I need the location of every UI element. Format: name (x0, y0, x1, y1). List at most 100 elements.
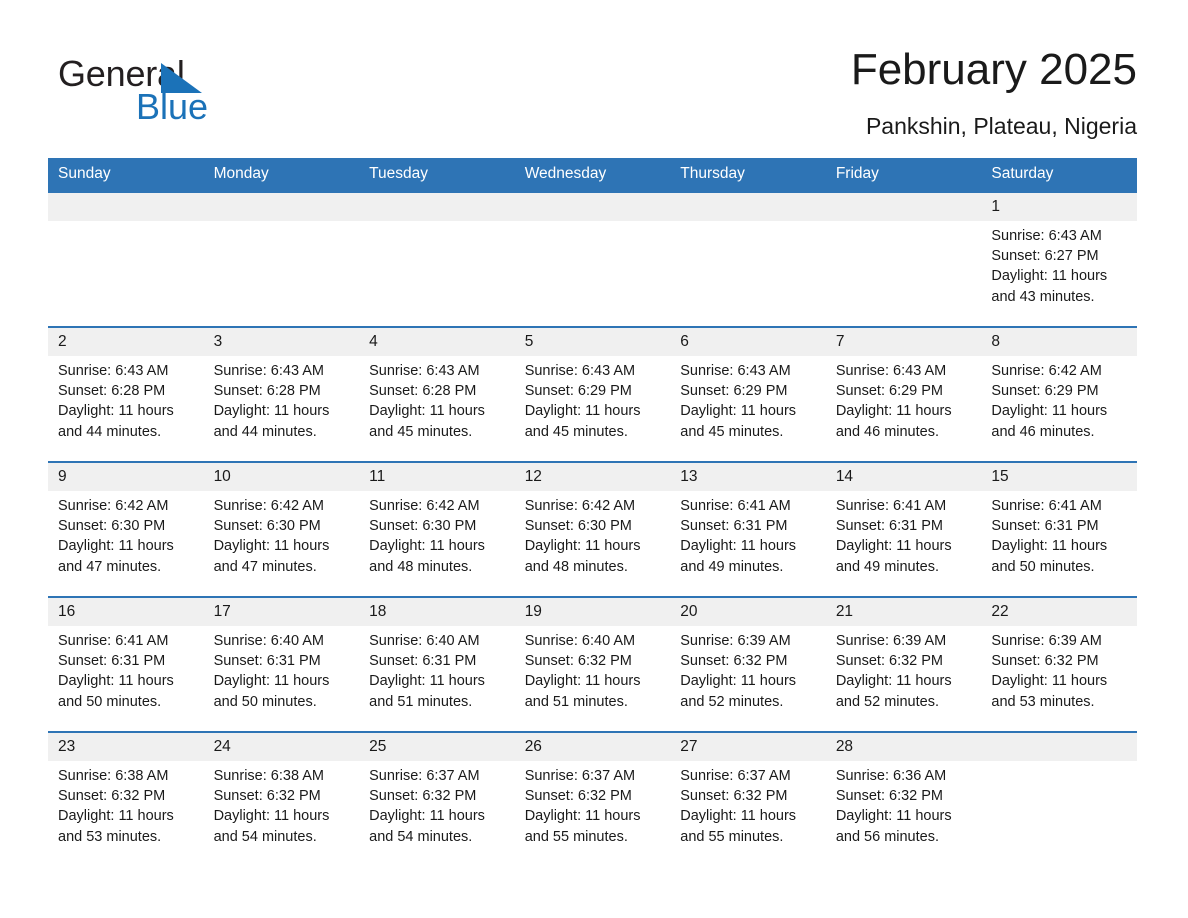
logo-text-blue: Blue (136, 86, 209, 127)
day-number: 22 (981, 598, 1137, 626)
day-details: Sunrise: 6:37 AM Sunset: 6:32 PM Daylight:… (670, 761, 826, 847)
sunset-text: Sunset: 6:31 PM (680, 518, 788, 535)
sunset-text: Sunset: 6:30 PM (58, 518, 166, 535)
calendar-day-cell[interactable]: 4 Sunrise: 6:43 AM Sunset: 6:28 PM Daylight… (359, 326, 515, 462)
day-number: 5 (514, 328, 671, 356)
day-details: Sunrise: 6:39 AM Sunset: 6:32 PM Daylight:… (670, 626, 826, 712)
sunset-text: Sunset: 6:32 PM (991, 653, 1099, 670)
sunset-text: Sunset: 6:27 PM (991, 248, 1099, 265)
sunrise-text: Sunrise: 6:38 AM (58, 768, 169, 784)
calendar-week-row: 23 Sunrise: 6:38 AM Sunset: 6:32 PM Dayligh… (48, 731, 1137, 866)
daylight-text: Daylight: 11 hours and 51 minutes. (524, 673, 641, 710)
day-number: 18 (359, 598, 515, 626)
calendar-day-cell[interactable]: 23 Sunrise: 6:38 AM Sunset: 6:32 PM Dayligh… (48, 731, 204, 866)
day-number: 15 (981, 463, 1137, 491)
generalblue-logo[interactable]: General Blue (58, 52, 318, 132)
day-details: Sunrise: 6:40 AM Sunset: 6:31 PM Daylight:… (359, 626, 515, 712)
calendar-empty-cell (981, 731, 1137, 866)
calendar-day-cell[interactable]: 13 Sunrise: 6:41 AM Sunset: 6:31 PM Dayligh… (670, 461, 826, 597)
sunset-text: Sunset: 6:31 PM (835, 518, 944, 535)
day-number: 27 (670, 733, 826, 761)
calendar-week-row: 2 Sunrise: 6:43 AM Sunset: 6:28 PM Daylight… (48, 326, 1137, 462)
calendar-day-cell[interactable]: 21 Sunrise: 6:39 AM Sunset: 6:32 PM Dayligh… (825, 596, 982, 732)
calendar-day-cell[interactable]: 3 Sunrise: 6:43 AM Sunset: 6:28 PM Daylight… (203, 326, 360, 462)
daylight-text: Daylight: 11 hours and 54 minutes. (213, 808, 330, 845)
calendar-day-cell[interactable]: 16 Sunrise: 6:41 AM Sunset: 6:31 PM Dayligh… (48, 596, 204, 732)
sunrise-text: Sunrise: 6:41 AM (58, 633, 169, 649)
calendar-day-cell[interactable]: 5 Sunrise: 6:43 AM Sunset: 6:29 PM Daylight… (514, 326, 671, 462)
day-details: Sunrise: 6:40 AM Sunset: 6:32 PM Daylight:… (515, 626, 671, 712)
sunrise-text: Sunrise: 6:41 AM (991, 498, 1102, 514)
day-number: 9 (48, 463, 204, 491)
day-number: 16 (48, 598, 204, 626)
calendar-day-cell[interactable]: 17 Sunrise: 6:40 AM Sunset: 6:31 PM Dayligh… (203, 596, 360, 732)
day-number: 26 (514, 733, 671, 761)
calendar-body: 1 Sunrise: 6:43 AM Sunset: 6:27 PM Daylight… (48, 191, 1137, 866)
calendar-day-cell[interactable]: 14 Sunrise: 6:41 AM Sunset: 6:31 PM Dayligh… (825, 461, 982, 597)
day-details: Sunrise: 6:40 AM Sunset: 6:31 PM Daylight:… (204, 626, 360, 712)
weekday-header-thursday: Thursday (670, 158, 826, 192)
calendar-day-cell[interactable]: 15 Sunrise: 6:41 AM Sunset: 6:31 PM Dayligh… (981, 461, 1137, 597)
sunset-text: Sunset: 6:28 PM (213, 383, 321, 400)
calendar-day-cell[interactable]: 11 Sunrise: 6:42 AM Sunset: 6:30 PM Dayligh… (359, 461, 515, 597)
calendar-day-cell[interactable]: 22 Sunrise: 6:39 AM Sunset: 6:32 PM Dayligh… (981, 596, 1137, 732)
calendar-day-cell[interactable]: 28 Sunrise: 6:36 AM Sunset: 6:32 PM Dayligh… (825, 731, 982, 866)
daylight-text: Daylight: 11 hours and 52 minutes. (835, 673, 952, 710)
day-number: 4 (359, 328, 515, 356)
sunset-text: Sunset: 6:29 PM (835, 383, 944, 400)
day-details: Sunrise: 6:41 AM Sunset: 6:31 PM Daylight:… (981, 491, 1137, 577)
calendar-day-cell[interactable]: 26 Sunrise: 6:37 AM Sunset: 6:32 PM Dayligh… (514, 731, 671, 866)
weekday-header-saturday: Saturday (981, 158, 1137, 192)
day-details: Sunrise: 6:38 AM Sunset: 6:32 PM Daylight:… (48, 761, 204, 847)
sunrise-text: Sunrise: 6:43 AM (369, 363, 480, 379)
sunrise-text: Sunrise: 6:40 AM (213, 633, 324, 649)
calendar-week-row: 16 Sunrise: 6:41 AM Sunset: 6:31 PM Dayligh… (48, 596, 1137, 732)
calendar-empty-cell (825, 191, 982, 327)
daylight-text: Daylight: 11 hours and 44 minutes. (213, 403, 330, 440)
sunset-text: Sunset: 6:32 PM (58, 788, 166, 805)
daylight-text: Daylight: 11 hours and 43 minutes. (991, 268, 1108, 305)
calendar-empty-cell (670, 191, 826, 327)
sunset-text: Sunset: 6:30 PM (213, 518, 321, 535)
sunset-text: Sunset: 6:32 PM (835, 788, 944, 805)
calendar-day-cell[interactable]: 19 Sunrise: 6:40 AM Sunset: 6:32 PM Dayligh… (514, 596, 671, 732)
sunrise-text: Sunrise: 6:41 AM (835, 498, 947, 514)
day-details: Sunrise: 6:39 AM Sunset: 6:32 PM Daylight:… (826, 626, 982, 712)
calendar-day-cell[interactable]: 20 Sunrise: 6:39 AM Sunset: 6:32 PM Dayligh… (670, 596, 826, 732)
sunset-text: Sunset: 6:32 PM (524, 653, 632, 670)
day-details: Sunrise: 6:43 AM Sunset: 6:29 PM Daylight:… (826, 356, 982, 442)
calendar-page: General Blue February 2025 Pankshin, Pla… (0, 0, 1188, 918)
daylight-text: Daylight: 11 hours and 47 minutes. (58, 538, 174, 575)
day-number: 19 (514, 598, 671, 626)
calendar-day-cell[interactable]: 8 Sunrise: 6:42 AM Sunset: 6:29 PM Daylight… (981, 326, 1137, 462)
calendar-day-cell[interactable]: 10 Sunrise: 6:42 AM Sunset: 6:30 PM Dayligh… (203, 461, 360, 597)
day-details: Sunrise: 6:41 AM Sunset: 6:31 PM Daylight:… (826, 491, 982, 577)
calendar-day-cell[interactable]: 2 Sunrise: 6:43 AM Sunset: 6:28 PM Daylight… (48, 326, 204, 462)
daylight-text: Daylight: 11 hours and 46 minutes. (991, 403, 1108, 440)
day-details: Sunrise: 6:39 AM Sunset: 6:32 PM Daylight:… (981, 626, 1137, 712)
sunrise-text: Sunrise: 6:40 AM (369, 633, 480, 649)
sunrise-text: Sunrise: 6:42 AM (524, 498, 636, 514)
calendar-day-cell[interactable]: 9 Sunrise: 6:42 AM Sunset: 6:30 PM Daylight… (48, 461, 204, 597)
daylight-text: Daylight: 11 hours and 50 minutes. (58, 673, 174, 710)
calendar-day-cell[interactable]: 6 Sunrise: 6:43 AM Sunset: 6:29 PM Daylight… (670, 326, 826, 462)
day-number: 7 (825, 328, 982, 356)
sunrise-text: Sunrise: 6:38 AM (213, 768, 324, 784)
page-title: February 2025 (850, 45, 1137, 94)
calendar-day-cell[interactable]: 12 Sunrise: 6:42 AM Sunset: 6:30 PM Dayligh… (514, 461, 671, 597)
calendar-day-cell[interactable]: 27 Sunrise: 6:37 AM Sunset: 6:32 PM Dayligh… (670, 731, 826, 866)
calendar-day-cell[interactable]: 1 Sunrise: 6:43 AM Sunset: 6:27 PM Daylight… (981, 191, 1137, 327)
day-number: 10 (203, 463, 360, 491)
calendar-day-cell[interactable]: 25 Sunrise: 6:37 AM Sunset: 6:32 PM Dayligh… (359, 731, 515, 866)
daylight-text: Daylight: 11 hours and 53 minutes. (991, 673, 1108, 710)
calendar-day-cell[interactable]: 18 Sunrise: 6:40 AM Sunset: 6:31 PM Dayligh… (359, 596, 515, 732)
calendar-header-row: Sunday Monday Tuesday Wednesday Thursday… (48, 158, 1137, 192)
calendar-day-cell[interactable]: 24 Sunrise: 6:38 AM Sunset: 6:32 PM Dayligh… (203, 731, 360, 866)
daylight-text: Daylight: 11 hours and 52 minutes. (680, 673, 797, 710)
sunrise-text: Sunrise: 6:39 AM (835, 633, 947, 649)
day-details: Sunrise: 6:41 AM Sunset: 6:31 PM Daylight:… (670, 491, 826, 577)
calendar-day-cell[interactable]: 7 Sunrise: 6:43 AM Sunset: 6:29 PM Daylight… (825, 326, 982, 462)
sunset-text: Sunset: 6:28 PM (369, 383, 477, 400)
daylight-text: Daylight: 11 hours and 49 minutes. (680, 538, 797, 575)
sunrise-text: Sunrise: 6:42 AM (213, 498, 324, 514)
